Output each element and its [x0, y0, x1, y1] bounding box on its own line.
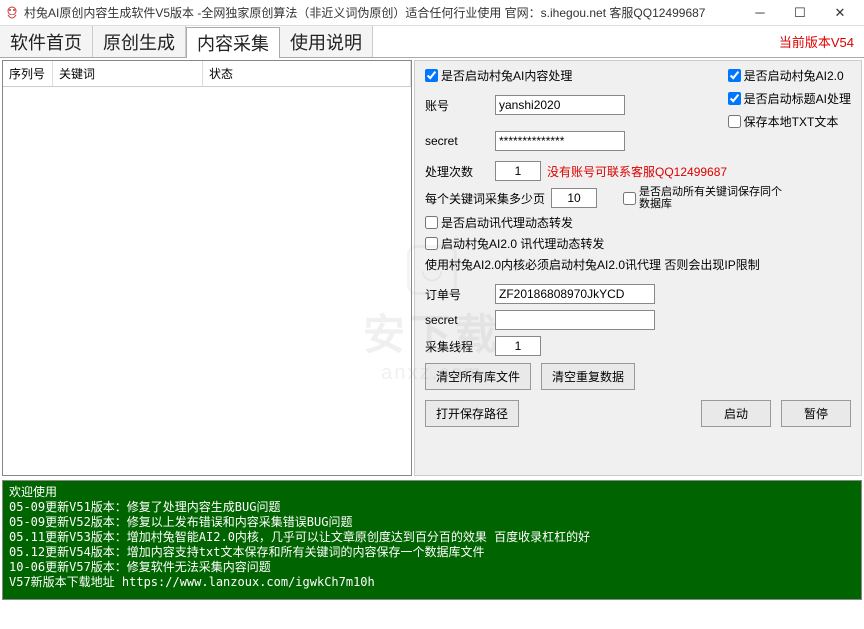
tab-help[interactable]: 使用说明 — [280, 26, 373, 57]
clear-dup-button[interactable]: 清空重复数据 — [541, 363, 635, 390]
minimize-button[interactable]: ─ — [740, 2, 780, 24]
account-input[interactable] — [495, 95, 625, 115]
app-icon — [4, 5, 20, 21]
chk-ai20[interactable]: 是否启动村兔AI2.0 — [728, 67, 851, 84]
pages-input[interactable] — [551, 188, 597, 208]
no-account-hint: 没有账号可联系客服QQ12499687 — [547, 163, 727, 180]
version-label: 当前版本V54 — [779, 32, 854, 51]
chk-save-txt[interactable]: 保存本地TXT文本 — [728, 113, 851, 130]
threads-label: 采集线程 — [425, 338, 489, 355]
order-input[interactable] — [495, 284, 655, 304]
chk-ai20-proxy[interactable]: 启动村兔AI2.0 讯代理动态转发 — [425, 235, 851, 252]
tab-generate[interactable]: 原创生成 — [93, 26, 186, 57]
open-path-button[interactable]: 打开保存路径 — [425, 400, 519, 427]
clear-lib-button[interactable]: 清空所有库文件 — [425, 363, 531, 390]
chk-ai-content[interactable]: 是否启动村兔AI内容处理 — [425, 67, 708, 84]
chk-title-ai[interactable]: 是否启动标题AI处理 — [728, 90, 851, 107]
account-label: 账号 — [425, 97, 489, 114]
keyword-table: 序列号 关键词 状态 — [2, 60, 412, 476]
maximize-button[interactable]: ☐ — [780, 2, 820, 24]
chk-all-keyword-db[interactable]: 是否启动所有关键词保存同个数据库 — [623, 186, 783, 210]
count-input[interactable] — [495, 161, 541, 181]
tab-bar: 软件首页 原创生成 内容采集 使用说明 当前版本V54 — [0, 26, 864, 58]
secret2-label: secret — [425, 313, 489, 327]
count-label: 处理次数 — [425, 163, 489, 180]
tab-home[interactable]: 软件首页 — [0, 26, 93, 57]
settings-panel: 是否启动村兔AI内容处理 账号 secret 是否启动村兔AI2.0 是否启动标… — [414, 60, 862, 476]
table-body[interactable] — [3, 87, 411, 475]
tab-collect[interactable]: 内容采集 — [186, 27, 280, 58]
order-label: 订单号 — [425, 286, 489, 303]
start-button[interactable]: 启动 — [701, 400, 771, 427]
ai20-note: 使用村兔AI2.0内核必须启动村兔AI2.0讯代理 否则会出现IP限制 — [425, 256, 851, 273]
col-status[interactable]: 状态 — [203, 61, 411, 86]
close-button[interactable]: ✕ — [820, 2, 860, 24]
secret2-input[interactable] — [495, 310, 655, 330]
threads-input[interactable] — [495, 336, 541, 356]
pause-button[interactable]: 暂停 — [781, 400, 851, 427]
pages-label: 每个关键词采集多少页 — [425, 190, 545, 207]
log-area[interactable]: 欢迎使用 05-09更新V51版本：修复了处理内容生成BUG问题 05-09更新… — [2, 480, 862, 600]
window-title: 村兔AI原创内容生成软件V5版本 -全网独家原创算法（非近义词伪原创）适合任何行… — [24, 4, 740, 21]
secret1-label: secret — [425, 134, 489, 148]
secret1-input[interactable] — [495, 131, 625, 151]
titlebar: 村兔AI原创内容生成软件V5版本 -全网独家原创算法（非近义词伪原创）适合任何行… — [0, 0, 864, 26]
col-keyword[interactable]: 关键词 — [53, 61, 203, 86]
chk-proxy-forward[interactable]: 是否启动讯代理动态转发 — [425, 214, 851, 231]
col-serial[interactable]: 序列号 — [3, 61, 53, 86]
